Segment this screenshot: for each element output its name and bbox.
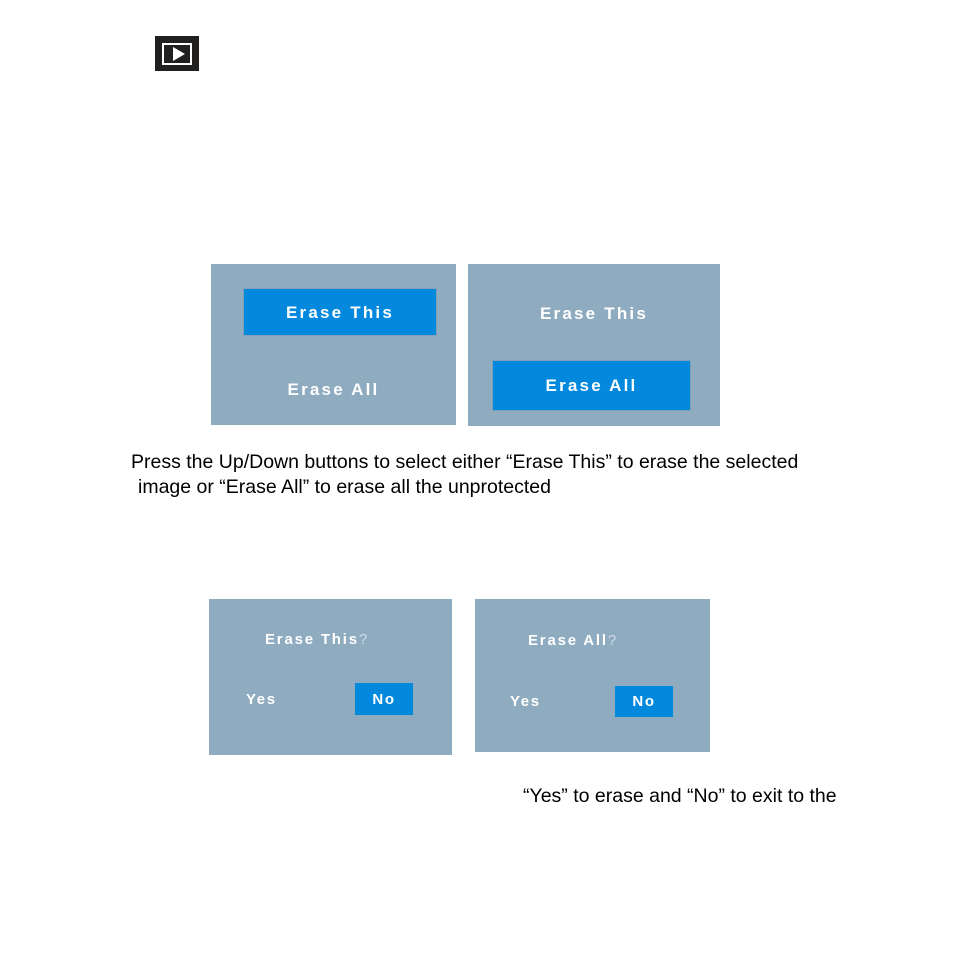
menu-option-label: Erase This [540, 304, 648, 323]
tail-paragraph: “Yes” to erase and “No” to exit to the [523, 784, 837, 809]
menu-option-erase-this[interactable]: Erase This [468, 305, 720, 322]
menu-option-label: Erase This [286, 302, 394, 322]
instructions-line-1: Press the Up/Down buttons to select eith… [131, 451, 799, 473]
confirm-title-erase-this: Erase This? [265, 632, 367, 647]
lcd-screen-erase-all-selected: Erase This Erase All [468, 264, 720, 426]
menu-option-erase-this-highlight[interactable]: Erase This [243, 288, 437, 336]
instructions-line-2: image or “Erase All” to erase all the un… [138, 476, 551, 498]
confirm-option-label: No [632, 693, 656, 710]
confirm-option-label: Yes [246, 691, 277, 708]
play-mode-badge [155, 36, 199, 71]
question-mark: ? [358, 631, 368, 648]
lcd-screen-confirm-erase-this: Erase This? Yes No [209, 599, 452, 755]
confirm-option-label: No [372, 690, 396, 708]
menu-option-label: Erase All [287, 380, 380, 399]
menu-option-erase-all[interactable]: Erase All [211, 381, 456, 398]
confirm-option-no-highlight[interactable]: No [615, 686, 673, 717]
confirm-title-text: Erase This [265, 631, 359, 648]
lcd-screen-confirm-erase-all: Erase All? Yes No [475, 599, 710, 752]
confirm-option-yes[interactable]: Yes [510, 694, 541, 709]
play-icon-frame [162, 42, 192, 65]
confirm-title-erase-all: Erase All? [528, 633, 616, 648]
lcd-screen-erase-this-selected: Erase This Erase All [211, 264, 456, 425]
tail-line-1: “Yes” to erase and “No” to exit to the [523, 785, 837, 807]
question-mark: ? [607, 632, 617, 649]
confirm-option-label: Yes [510, 693, 541, 710]
menu-option-label: Erase All [545, 376, 638, 395]
confirm-option-yes[interactable]: Yes [246, 692, 277, 707]
instructions-paragraph: Press the Up/Down buttons to select eith… [131, 450, 798, 500]
play-icon [172, 46, 185, 61]
confirm-option-no-highlight[interactable]: No [355, 683, 413, 715]
menu-option-erase-all-highlight[interactable]: Erase All [492, 360, 691, 411]
confirm-title-text: Erase All [528, 632, 608, 649]
